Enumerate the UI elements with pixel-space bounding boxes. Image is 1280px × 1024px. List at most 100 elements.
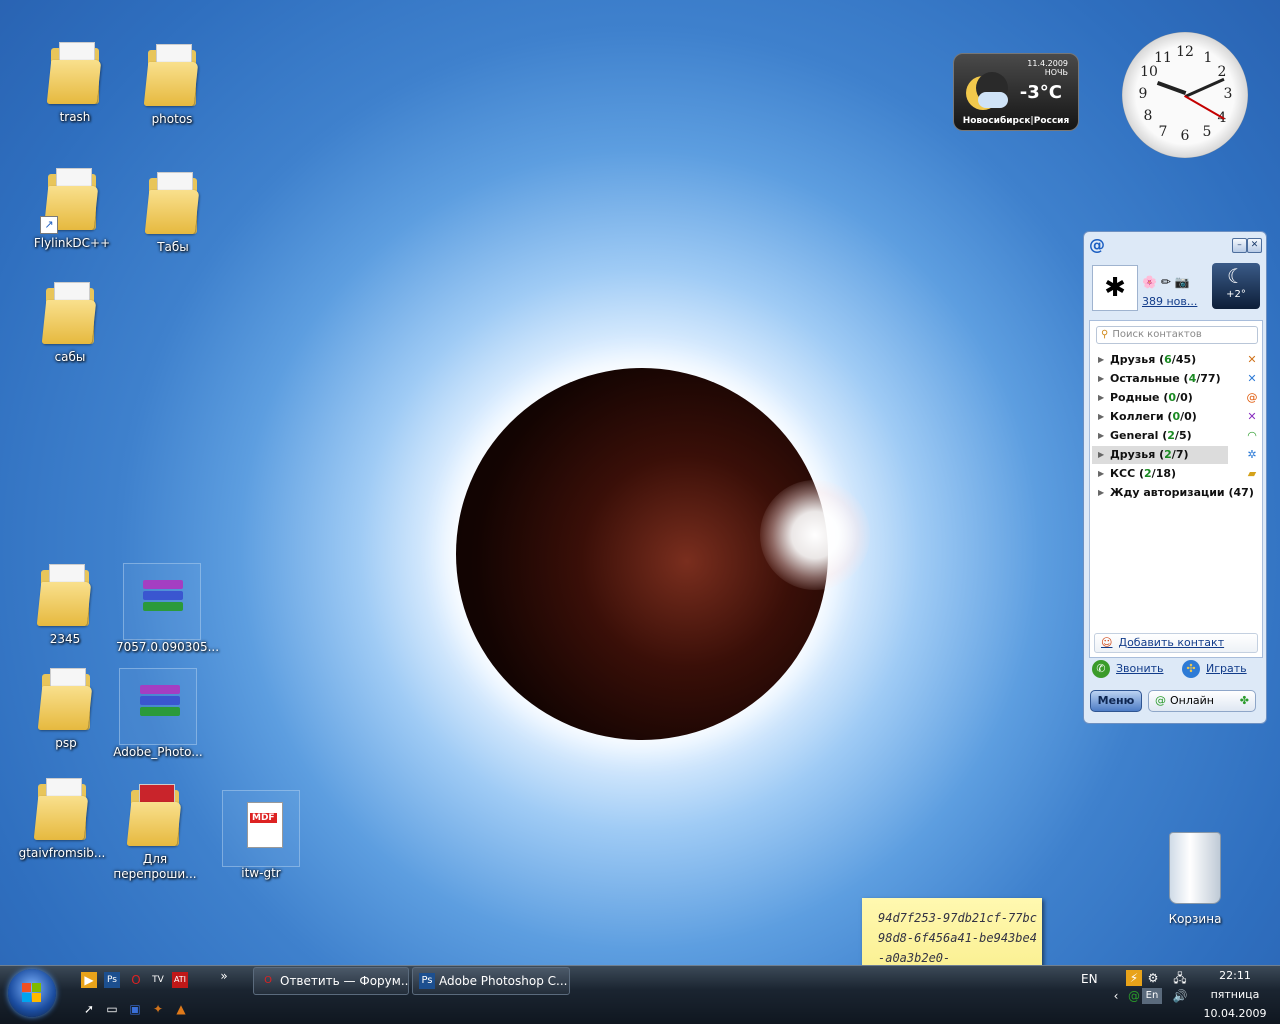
desktop-icon-label: gtaivfromsib...: [18, 846, 106, 860]
volume-icon[interactable]: 🔊: [1172, 988, 1188, 1004]
agent-titlebar[interactable]: @ – ✕: [1084, 232, 1266, 258]
tray-expand-icon[interactable]: ‹: [1108, 988, 1124, 1004]
agent-tray-icon[interactable]: @: [1126, 988, 1142, 1004]
phone-icon: ✆: [1092, 660, 1110, 678]
drive-icon[interactable]: ▭: [104, 1001, 120, 1017]
desktop-icon-gtaiv[interactable]: gtaivfromsib...: [17, 776, 107, 861]
tray-clock[interactable]: 22:11 пятница 10.04.2009: [1190, 966, 1280, 1023]
desktop-icon-taby[interactable]: Табы: [128, 170, 218, 255]
desktop-icon-trash[interactable]: trash: [30, 40, 120, 125]
desktop-icon-flylinkdc[interactable]: ↗ FlylinkDC++: [27, 166, 117, 251]
clock-number: 9: [1138, 86, 1148, 102]
contact-group[interactable]: ▶ КСС (2/18): [1092, 465, 1260, 483]
weather-gadget[interactable]: 11.4.2009 НОЧЬ -3°C Новосибирск|Россия: [953, 53, 1079, 131]
opera-icon[interactable]: O: [128, 972, 144, 988]
moon-icon: ☾: [1227, 264, 1245, 288]
desktop-icon-label: psp: [55, 736, 77, 750]
steam-icon[interactable]: ⚙: [1145, 970, 1161, 986]
online-status-icon: @: [1155, 694, 1166, 707]
icq-icon[interactable]: ✕: [1245, 353, 1259, 367]
windows-logo-icon: [22, 983, 42, 1003]
taskbar-button-photoshop[interactable]: Ps Adobe Photoshop C...: [412, 967, 570, 995]
contact-group[interactable]: ▶ Остальные (4/77): [1092, 370, 1260, 388]
minimize-button[interactable]: –: [1232, 238, 1247, 253]
tray-weekday: пятница: [1210, 988, 1260, 1001]
clock-gadget[interactable]: 12 1 2 3 4 5 6 7 8 9 10 11: [1122, 32, 1248, 158]
folder-icon: [143, 42, 200, 108]
language-indicator[interactable]: EN: [1081, 972, 1098, 986]
mail-agent-window: @ – ✕ ✱ 🌸 ✏ 📷 389 нов... ☾ +2° ⚲ Поиск ко…: [1083, 231, 1267, 724]
contact-group[interactable]: ▶ Жду авторизации (47): [1092, 484, 1260, 502]
close-button[interactable]: ✕: [1247, 238, 1262, 253]
ati-icon[interactable]: ATI: [172, 972, 188, 988]
search-input[interactable]: ⚲ Поиск контактов: [1096, 326, 1258, 344]
input-language-icon[interactable]: En: [1142, 988, 1162, 1004]
desktop-icon-label: FlylinkDC++: [33, 236, 111, 250]
media-player-icon[interactable]: ▶: [81, 972, 97, 988]
network-icon[interactable]: 🖧: [1172, 970, 1188, 986]
contact-group[interactable]: ▶ General (2/5): [1092, 427, 1260, 445]
tray-app-icon[interactable]: ⚡: [1126, 970, 1142, 986]
photoshop-icon[interactable]: Ps: [104, 972, 120, 988]
avatar[interactable]: ✱: [1092, 265, 1138, 311]
puzzle-icon[interactable]: ✲: [1245, 448, 1259, 462]
mail-counter[interactable]: 389 нов...: [1142, 295, 1197, 308]
recycle-bin[interactable]: Корзина: [1155, 832, 1235, 926]
folder-icon: [37, 666, 94, 732]
games-icon: ✣: [1182, 660, 1200, 678]
folder-icon: [126, 782, 183, 848]
mini-weather-temp: +2°: [1226, 289, 1246, 300]
network-icon[interactable]: ✕: [1245, 410, 1259, 424]
mini-weather[interactable]: ☾ +2°: [1212, 263, 1260, 309]
add-contact-button[interactable]: ☺ Добавить контакт: [1094, 633, 1258, 653]
contact-group[interactable]: ▶ Друзья (6/45): [1092, 351, 1260, 369]
jabber-icon[interactable]: ✕: [1245, 372, 1259, 386]
call-button[interactable]: ✆ Звонить: [1092, 660, 1164, 678]
add-user-icon: ☺: [1101, 636, 1113, 649]
contact-group[interactable]: ▶ Коллеги (0/0): [1092, 408, 1260, 426]
rainbow-icon[interactable]: ◠: [1245, 429, 1259, 443]
clock-number: 12: [1176, 44, 1194, 60]
contact-list: ⚲ Поиск контактов ▶ Друзья (6/45) ▶ Остальн…: [1089, 320, 1263, 658]
tray-time: 22:11: [1219, 969, 1251, 982]
taskbar-button-opera[interactable]: O Ответить — Форум...: [253, 967, 409, 995]
clock-number: 11: [1154, 50, 1172, 66]
clover-icon: ✤: [1239, 694, 1249, 707]
folder-icon: [36, 562, 93, 628]
desktop-icon-label: Adobe_Photo...: [113, 745, 203, 759]
quicklaunch-expand-icon[interactable]: »: [216, 968, 232, 984]
profile-service-icons[interactable]: 🌸 ✏ 📷: [1142, 275, 1190, 289]
save-icon[interactable]: ▣: [127, 1001, 143, 1017]
clock-number: 6: [1180, 128, 1190, 144]
winrar-archive-icon: [130, 675, 186, 741]
weather-city: Новосибирск|Россия: [962, 116, 1070, 126]
desktop-icon-photos[interactable]: photos: [127, 42, 217, 127]
cursor-tool-icon[interactable]: ➚: [81, 1001, 97, 1017]
desktop-icon-itw-gtr[interactable]: MDF itw-gtr: [216, 796, 306, 881]
menu-button[interactable]: Меню: [1090, 690, 1142, 712]
folder-alert-icon[interactable]: ▰: [1245, 467, 1259, 481]
sticky-note-text[interactable]: 94d7f253-97db21cf-77bc98d8-6f456a41-be94…: [878, 908, 1038, 968]
shortcut-arrow-icon: ↗: [40, 216, 58, 234]
desktop-icon-saby[interactable]: сабы: [25, 280, 115, 365]
contact-group[interactable]: ▶ Родные (0/0): [1092, 389, 1260, 407]
clock-number: 3: [1223, 86, 1233, 102]
vlc-icon[interactable]: ▲: [173, 1001, 189, 1017]
desktop-icon-adobe-photo[interactable]: Adobe_Photo...: [113, 675, 203, 760]
desktop-icon-2345[interactable]: 2345: [20, 562, 110, 647]
desktop-icon-dlya-pereproshi[interactable]: Для перепроши...: [110, 782, 200, 882]
tv-icon[interactable]: TV: [150, 972, 166, 988]
status-selector[interactable]: @ Онлайн ✤: [1148, 690, 1256, 712]
fan-icon[interactable]: ✦: [150, 1001, 166, 1017]
mail-at-icon[interactable]: @: [1245, 391, 1259, 405]
play-button[interactable]: ✣ Играть: [1182, 660, 1247, 678]
clock-hour-hand: [1156, 80, 1187, 95]
desktop-icon-psp[interactable]: psp: [21, 666, 111, 751]
start-button[interactable]: [8, 969, 56, 1017]
tray-date: 10.04.2009: [1203, 1007, 1267, 1020]
taskbar: ▶ Ps O TV ATI » ➚ ▭ ▣ ✦ ▲ O Ответить — Фо…: [0, 965, 1280, 1024]
search-placeholder: Поиск контактов: [1112, 329, 1202, 340]
contact-group[interactable]: ▶ Друзья (2/7): [1092, 446, 1228, 464]
desktop-icon-label: Табы: [157, 240, 189, 254]
desktop-icon-rar-7057[interactable]: 7057.0.090305...: [116, 570, 219, 655]
